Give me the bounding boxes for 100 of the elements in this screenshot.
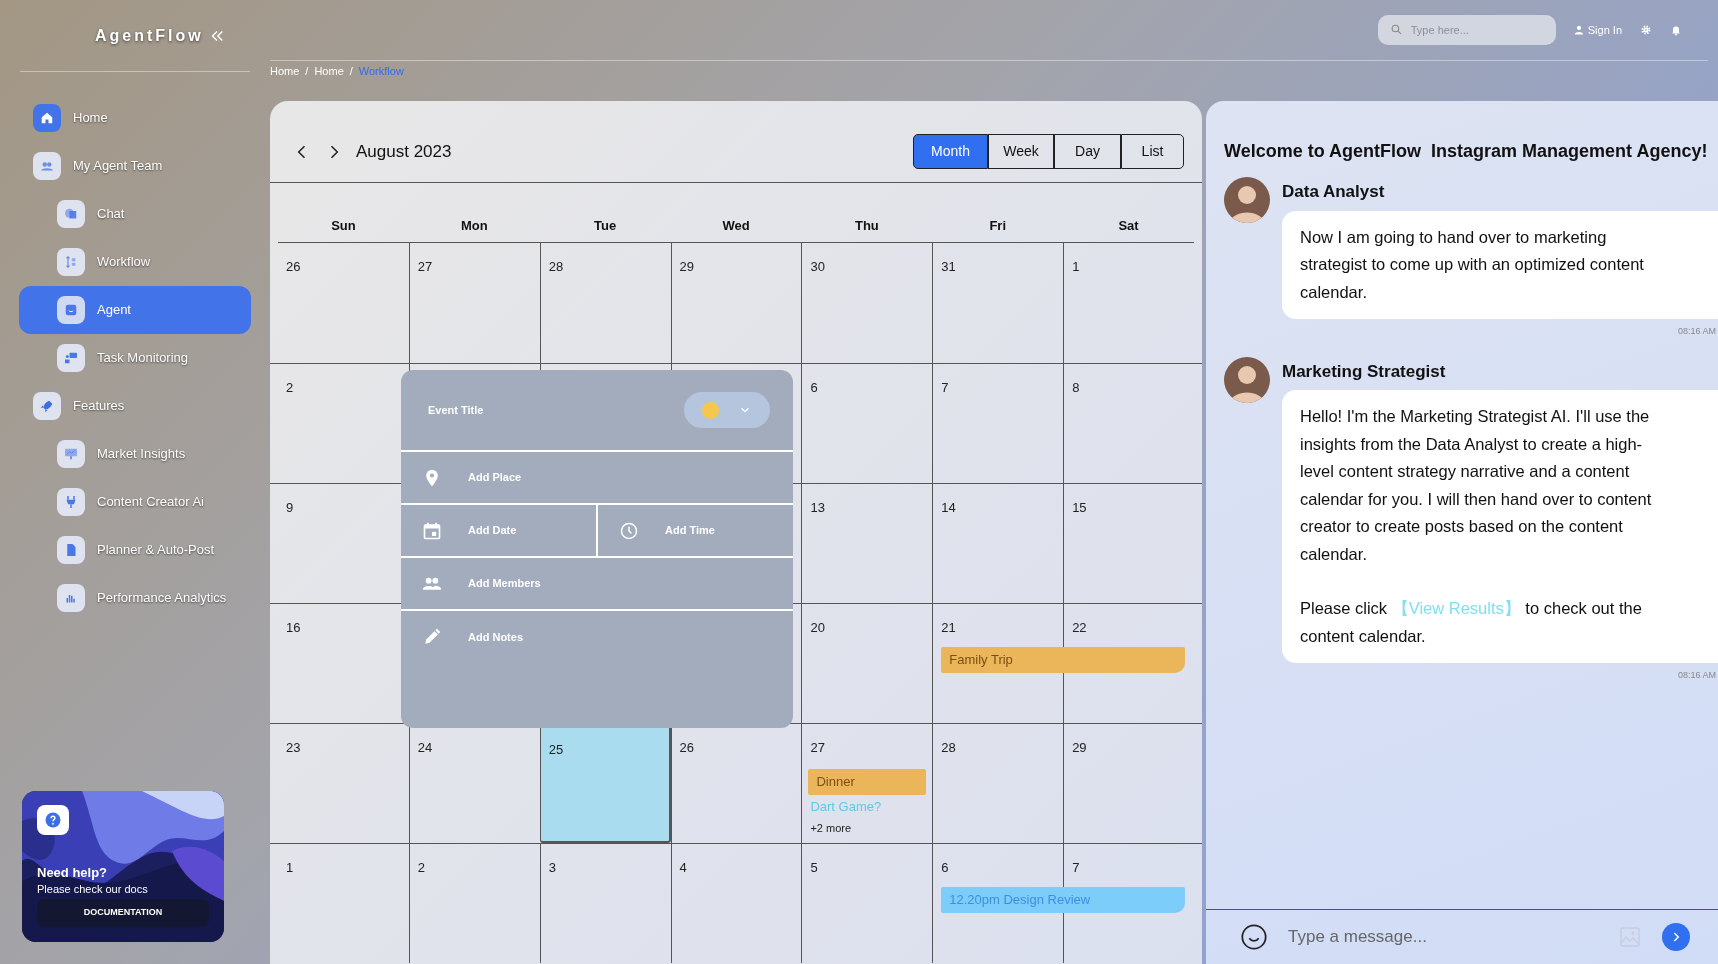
weekday-label: Sat — [1118, 216, 1139, 235]
documentation-button[interactable]: DOCUMENTATION — [37, 899, 209, 927]
sender-name: Data Analyst — [1282, 181, 1386, 203]
weekday-label: Thu — [854, 216, 879, 235]
day-number: 16 — [286, 619, 301, 637]
weekday-label: Sun — [331, 216, 356, 235]
nav-icon — [57, 488, 85, 516]
day-number: 25 — [548, 741, 564, 759]
day-number: 29 — [1072, 739, 1087, 757]
day-cell[interactable]: 5 — [801, 844, 933, 963]
sidebar-item[interactable]: Agent — [19, 286, 251, 334]
weekday-label: Tue — [594, 216, 617, 235]
day-cell[interactable]: 2 — [408, 844, 540, 963]
app-logo: AgentFlow — [95, 25, 204, 46]
day-cell[interactable]: 1 — [1063, 243, 1194, 363]
day-cell[interactable]: 30 — [801, 243, 933, 363]
send-button[interactable] — [1662, 923, 1690, 951]
day-cell[interactable]: 6 — [801, 364, 933, 483]
event-bar[interactable]: Dinner — [808, 768, 927, 795]
day-cell[interactable]: 31 — [932, 243, 1064, 363]
day-number: 1 — [286, 859, 294, 877]
breadcrumb-separator: / — [349, 64, 353, 79]
message-text: Hello! I'm the Marketing Strategist AI. I'll use the insights from the Data Analyst to create a high-level content strategy narrative and a content calendar for you. I will then hand over to content creator to create posts based on the content calendar. — [1300, 406, 1653, 565]
avatar — [1224, 356, 1270, 403]
month-title: August 2023 — [356, 140, 452, 163]
search-field[interactable]: Type here... — [1377, 15, 1556, 45]
day-cell[interactable]: 26 — [278, 243, 409, 363]
nav-icon — [57, 248, 85, 276]
help-text: Please check our docs — [37, 882, 148, 897]
calendar-icon — [422, 520, 442, 541]
avatar — [1224, 177, 1270, 223]
day-cell[interactable]: 15 — [1063, 484, 1194, 603]
day-cell[interactable]: 23 — [278, 724, 409, 843]
nav-icon — [57, 440, 85, 468]
message-time: 08:16 AM — [1677, 325, 1717, 338]
help-title: Need help? — [37, 864, 108, 882]
clock-icon — [619, 520, 639, 541]
person-icon — [1573, 25, 1584, 35]
message-text: Now I am going to hand over to marketing strategist to come up with an optimized content calendar. — [1300, 226, 1645, 303]
weekday-label: Wed — [722, 216, 750, 235]
day-number: 13 — [810, 499, 825, 517]
message-input[interactable]: Type a message... — [1288, 924, 1598, 950]
day-number: 9 — [286, 499, 294, 517]
nav-icon — [57, 536, 85, 564]
view-tab[interactable]: Day — [1054, 134, 1121, 169]
more-events-link[interactable]: +2 more — [810, 820, 852, 837]
day-number: 26 — [286, 258, 301, 276]
day-number: 7 — [1072, 859, 1080, 877]
day-cell[interactable]: 22 — [1063, 604, 1194, 723]
view-tab[interactable]: Month — [913, 134, 988, 169]
day-cell[interactable]: 28 — [932, 724, 1064, 843]
chat-title: Welcome to AgentFlow Instagram Management Agency! — [1224, 140, 1709, 163]
nav-icon — [57, 344, 85, 372]
day-cell[interactable]: 1 — [278, 844, 409, 963]
smiley-icon[interactable] — [1240, 923, 1268, 951]
breadcrumb-separator: / — [305, 64, 309, 79]
settings-icon[interactable] — [1640, 24, 1652, 36]
weekday-label: Mon — [460, 216, 488, 235]
day-number: 2 — [417, 859, 426, 877]
event-bar[interactable]: Family Trip — [941, 647, 1185, 673]
view-tab[interactable]: List — [1121, 134, 1184, 169]
day-number: 29 — [679, 258, 695, 276]
view-tab[interactable]: Week — [988, 134, 1054, 169]
nav-icon — [57, 200, 85, 228]
day-number: 6 — [810, 379, 818, 397]
day-number: 14 — [941, 499, 956, 517]
day-number: 26 — [679, 739, 695, 757]
help-icon — [37, 805, 69, 835]
day-number: 2 — [286, 379, 294, 397]
day-cell[interactable]: 27 — [408, 243, 540, 363]
day-cell[interactable]: 28 — [539, 243, 671, 363]
day-cell[interactable]: 29 — [1063, 724, 1194, 843]
day-cell[interactable]: 7 — [932, 364, 1064, 483]
day-number: 4 — [679, 859, 687, 877]
day-number: 28 — [941, 739, 956, 757]
nav-icon — [57, 584, 85, 612]
day-cell[interactable]: 3 — [539, 844, 671, 963]
day-number: 24 — [417, 739, 433, 757]
weekday-label: Fri — [989, 216, 1006, 235]
day-number: 6 — [941, 859, 949, 877]
bell-icon[interactable] — [1670, 24, 1682, 36]
day-cell[interactable]: 4 — [670, 844, 802, 963]
day-number: 27 — [810, 739, 825, 757]
sender-name: Marketing Strategist — [1282, 360, 1447, 383]
day-number: 5 — [810, 859, 818, 877]
day-cell[interactable]: 8 — [1063, 364, 1194, 483]
nav-icon — [57, 296, 85, 324]
day-number: 7 — [941, 379, 949, 397]
search-icon — [1389, 23, 1403, 36]
day-cell[interactable]: 13 — [801, 484, 933, 603]
pencil-icon — [422, 627, 442, 647]
day-number: 20 — [810, 619, 825, 637]
day-cell[interactable]: 27 Dinner Dart Game? +2 more — [801, 724, 933, 843]
message-text: Please click 【View Results】 to check out the content calendar. — [1300, 598, 1643, 647]
color-picker[interactable] — [684, 392, 770, 428]
day-number: 27 — [417, 258, 433, 276]
day-cell[interactable]: 29 — [670, 243, 802, 363]
message-time: 08:16 AM — [1677, 669, 1717, 682]
day-cell[interactable]: 14 — [932, 484, 1064, 603]
day-cell[interactable]: 20 — [801, 604, 933, 723]
